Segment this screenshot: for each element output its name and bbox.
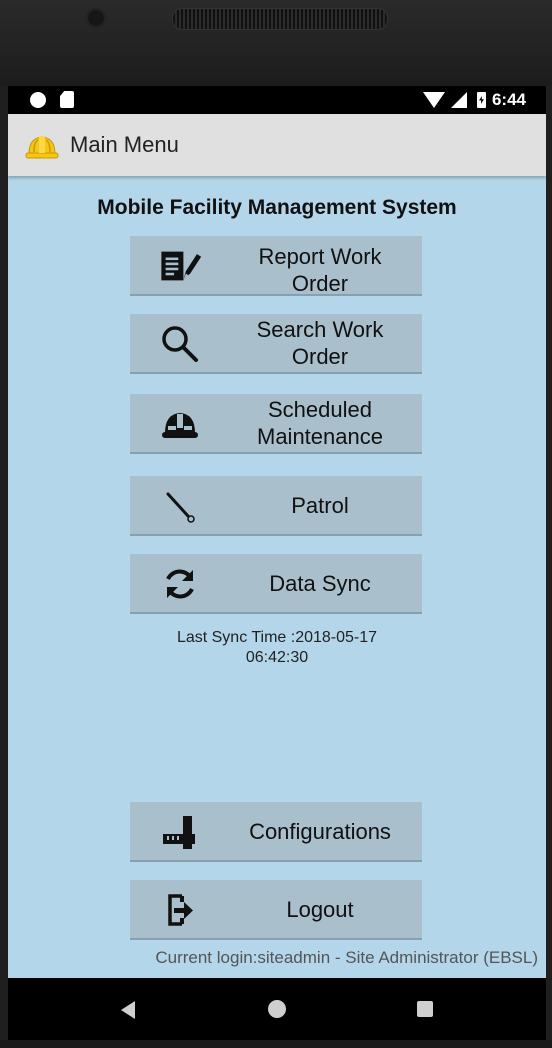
logout-icon (158, 890, 202, 930)
scheduled-maintenance-button[interactable]: Scheduled Maintenance (130, 394, 422, 454)
logout-button[interactable]: Logout (130, 880, 422, 940)
hard-hat-icon (25, 136, 59, 159)
front-camera (86, 8, 106, 28)
device-bezel-top (0, 0, 552, 86)
notification-dot-icon (30, 91, 46, 108)
back-icon[interactable] (121, 1001, 135, 1019)
recent-apps-icon[interactable] (417, 1001, 433, 1017)
sd-card-icon (60, 91, 74, 108)
earpiece-speaker (172, 8, 388, 30)
ruler-tools-icon (158, 812, 202, 852)
patrol-label: Patrol (291, 492, 349, 518)
device-bezel-bottom (0, 1040, 552, 1048)
last-sync-time: Last Sync Time :2018-05-17 06:42:30 (8, 628, 546, 668)
last-sync-date: Last Sync Time :2018-05-17 (176, 629, 378, 646)
search-work-order-label: Search Work Order (256, 317, 384, 369)
search-icon (158, 324, 202, 364)
search-work-order-button[interactable]: Search Work Order (130, 314, 422, 374)
data-sync-button[interactable]: Data Sync (130, 554, 422, 614)
scheduled-maintenance-label: Scheduled Maintenance (257, 397, 383, 449)
report-edit-icon (158, 246, 202, 286)
data-sync-label: Data Sync (269, 570, 371, 596)
report-work-order-label: Report Work Order (258, 244, 382, 294)
status-time: 6:44 (491, 90, 526, 109)
android-nav-bar (8, 978, 546, 1040)
home-icon[interactable] (268, 1000, 286, 1018)
configurations-button[interactable]: Configurations (130, 802, 422, 862)
baton-icon (158, 486, 202, 526)
current-login-text: Current login:siteadmin - Site Administr… (155, 948, 538, 967)
last-sync-clock: 06:42:30 (245, 649, 309, 666)
status-bar: 6:44 (8, 86, 546, 114)
cell-signal-icon (450, 92, 467, 108)
report-work-order-button[interactable]: Report Work Order (130, 236, 422, 296)
system-title: Mobile Facility Management System (97, 196, 457, 219)
phone-screen: 6:44 Main Menu Mobile Facility Managemen… (8, 86, 546, 978)
configurations-label: Configurations (249, 818, 391, 844)
sync-icon (158, 564, 202, 604)
helmet-icon (158, 404, 202, 444)
wifi-icon (422, 92, 445, 108)
patrol-button[interactable]: Patrol (130, 476, 422, 536)
app-title: Main Menu (70, 132, 179, 157)
battery-charging-icon (476, 92, 486, 108)
logout-label: Logout (286, 896, 354, 922)
app-bar: Main Menu (8, 114, 546, 176)
